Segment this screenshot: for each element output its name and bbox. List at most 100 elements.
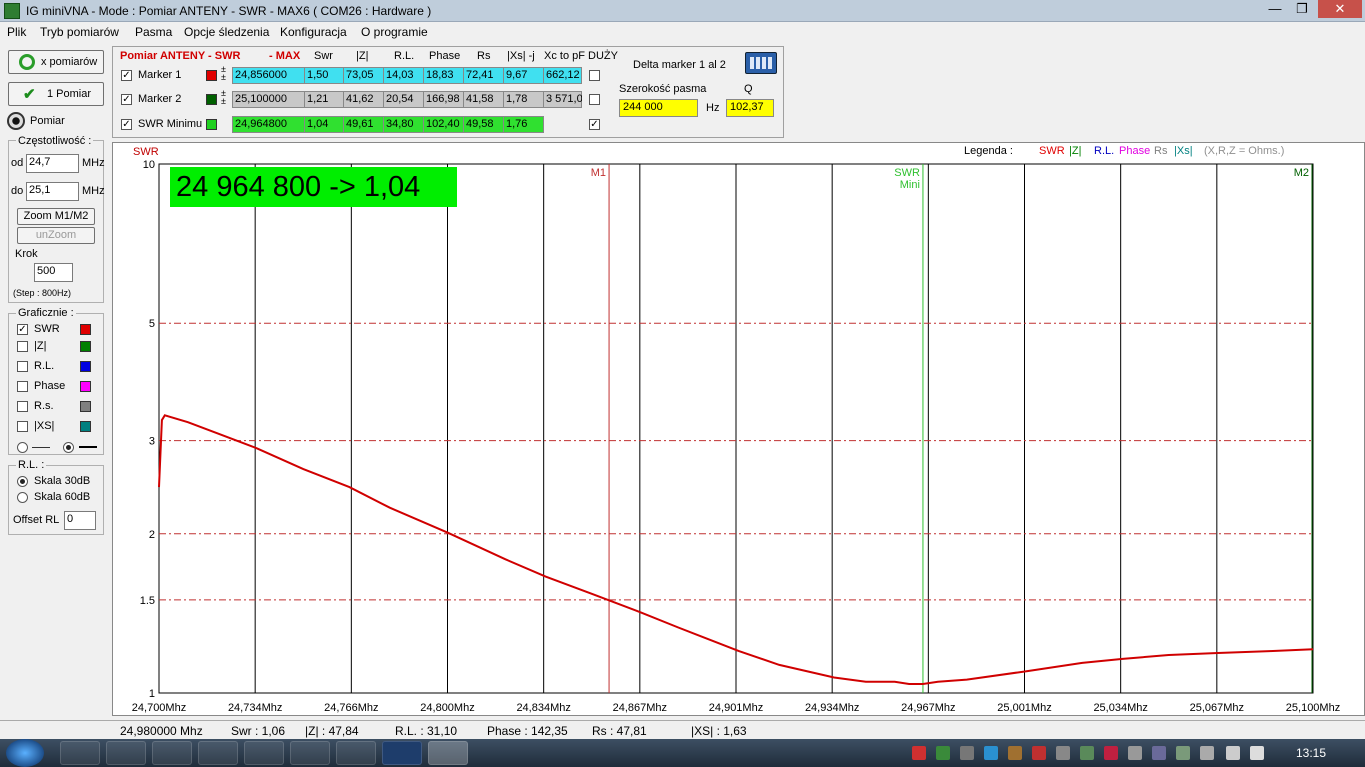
col-phase-header: Phase	[429, 50, 461, 62]
bandwidth-unit: Hz	[706, 102, 720, 114]
zoom-m1-m2-button[interactable]: Zoom M1/M2	[17, 208, 95, 225]
marker-label: SWR	[894, 167, 920, 179]
graph-rl-checkbox[interactable]	[17, 361, 28, 372]
rl-60db-radio[interactable]	[17, 492, 28, 503]
graph-swr-checkbox[interactable]: ✓	[17, 324, 28, 335]
swr-min-color[interactable]	[206, 119, 217, 130]
taskbar-window-icon[interactable]	[336, 741, 376, 765]
taskbar-app-icon[interactable]	[198, 741, 238, 765]
swr-min-swr: 1,04	[305, 117, 344, 133]
taskbar-tool-icon[interactable]	[244, 741, 284, 765]
swr-min-label: SWR Minimu	[138, 118, 203, 130]
swr-min-duzy-checkbox[interactable]: ✓	[589, 119, 600, 130]
menu-tryb-pomiarow[interactable]: Tryb pomiarów	[40, 25, 119, 39]
marker2-duzy-checkbox[interactable]	[589, 94, 600, 105]
menu-bar: Plik Tryb pomiarów Pasma Opcje śledzenia…	[0, 22, 1365, 42]
maximize-button[interactable]: ❐	[1289, 0, 1315, 18]
taskbar-explorer-icon[interactable]	[290, 741, 330, 765]
col-z-header: |Z|	[356, 50, 369, 62]
menu-plik[interactable]: Plik	[7, 25, 26, 39]
step-input[interactable]: 500	[34, 263, 73, 282]
tray-signal-icon[interactable]	[1226, 746, 1240, 760]
status-bar: 24,980000 Mhz Swr : 1,06 |Z| : 47,84 R.L…	[0, 720, 1365, 739]
marker2-xc: 3 571,0	[546, 93, 582, 105]
graph-z-color[interactable]	[80, 341, 91, 352]
taskbar: 13:15	[0, 739, 1365, 767]
swr-min-freq: 24,964800	[233, 117, 305, 133]
tray-volume-icon[interactable]	[1250, 746, 1264, 760]
marker2-xs: 1,78	[504, 92, 544, 108]
tray-search-icon[interactable]	[984, 746, 998, 760]
swr-chart[interactable]: M1 SWR Mini M2 24,700Mhz 24,734Mhz 24,766Mhz 2…	[112, 142, 1365, 716]
measure-radio-icon[interactable]	[7, 112, 25, 130]
graph-rs-checkbox[interactable]	[17, 401, 28, 412]
tray-icon-10[interactable]	[1128, 746, 1142, 760]
unzoom-button[interactable]: unZoom	[17, 227, 95, 244]
graph-swr-color[interactable]	[80, 324, 91, 335]
swr-min-checkbox[interactable]: ✓	[121, 119, 132, 130]
legend-phase: Phase	[1119, 145, 1151, 157]
to-unit-label: MHz	[82, 185, 105, 197]
graph-xs-checkbox[interactable]	[17, 421, 28, 432]
start-button-icon[interactable]	[6, 739, 44, 767]
tray-icon-8[interactable]	[1080, 746, 1094, 760]
tray-shield-icon[interactable]	[1008, 746, 1022, 760]
tray-ati-icon[interactable]	[1032, 746, 1046, 760]
marker-label: M1	[591, 167, 606, 179]
graph-xs-color[interactable]	[80, 421, 91, 432]
menu-konfiguracja[interactable]: Konfiguracja	[280, 25, 347, 39]
tray-network-icon[interactable]	[1200, 746, 1214, 760]
marker2-color[interactable]	[206, 94, 217, 105]
marker1-duzy-checkbox[interactable]	[589, 70, 600, 81]
menu-o-programie[interactable]: O programie	[361, 25, 428, 39]
taskbar-minivna-icon[interactable]	[428, 741, 468, 765]
minimize-button[interactable]: —	[1262, 0, 1288, 18]
tray-icon-9[interactable]	[1104, 746, 1118, 760]
graph-rl-color[interactable]	[80, 361, 91, 372]
tray-icon-1[interactable]	[912, 746, 926, 760]
legend-rl: R.L.	[1094, 145, 1115, 157]
tray-icon-12[interactable]	[1176, 746, 1190, 760]
swr-min-z: 49,61	[344, 117, 384, 133]
menu-pasma[interactable]: Pasma	[135, 25, 172, 39]
marker2-rs: 41,58	[464, 92, 504, 108]
marker2-stepper-icon[interactable]: ± ±	[221, 89, 226, 106]
taskbar-photoshop-icon[interactable]	[382, 741, 422, 765]
from-unit-label: MHz	[82, 157, 105, 169]
thin-line-radio[interactable]	[17, 442, 28, 453]
y-tick-label: 3	[149, 436, 155, 448]
mode-title: Pomiar ANTENY - SWR	[120, 50, 241, 62]
taskbar-save-icon[interactable]	[106, 741, 146, 765]
multi-measure-button[interactable]: x pomiarów	[8, 50, 104, 74]
from-frequency-input[interactable]: 24,7	[26, 154, 79, 173]
graph-phase-checkbox[interactable]	[17, 381, 28, 392]
to-frequency-input[interactable]: 25,1	[26, 182, 79, 201]
calculator-icon[interactable]	[745, 52, 777, 74]
graph-z-checkbox[interactable]	[17, 341, 28, 352]
marker1-checkbox[interactable]: ✓	[121, 70, 132, 81]
marker2-values: 25,100000 1,21 41,62 20,54 166,98 41,58 …	[232, 91, 582, 108]
marker1-color[interactable]	[206, 70, 217, 81]
menu-opcje-sledzenia[interactable]: Opcje śledzenia	[184, 25, 269, 39]
step-hz-label: (Step : 800Hz)	[13, 288, 72, 298]
tray-icon-11[interactable]	[1152, 746, 1166, 760]
close-button[interactable]: ✕	[1318, 0, 1362, 18]
status-rs: Rs : 47,81	[592, 724, 647, 738]
taskbar-ie-icon[interactable]	[152, 741, 192, 765]
thick-line-radio[interactable]	[63, 442, 74, 453]
thick-line-icon	[79, 446, 97, 448]
tray-icon-7[interactable]	[1056, 746, 1070, 760]
graph-rs-color[interactable]	[80, 401, 91, 412]
rl-30db-radio[interactable]	[17, 476, 28, 487]
tray-hd-icon[interactable]	[960, 746, 974, 760]
status-rl: R.L. : 31,10	[395, 724, 458, 738]
marker-label: M2	[1294, 167, 1309, 179]
graph-phase-color[interactable]	[80, 381, 91, 392]
marker1-stepper-icon[interactable]: ± ±	[221, 65, 226, 82]
tray-wifi-icon[interactable]	[936, 746, 950, 760]
rl-group-label: R.L. :	[16, 459, 47, 471]
offset-rl-input[interactable]: 0	[64, 511, 96, 530]
taskbar-firefox-icon[interactable]	[60, 741, 100, 765]
single-measure-button[interactable]: ✔ 1 Pomiar	[8, 82, 104, 106]
marker2-checkbox[interactable]: ✓	[121, 94, 132, 105]
